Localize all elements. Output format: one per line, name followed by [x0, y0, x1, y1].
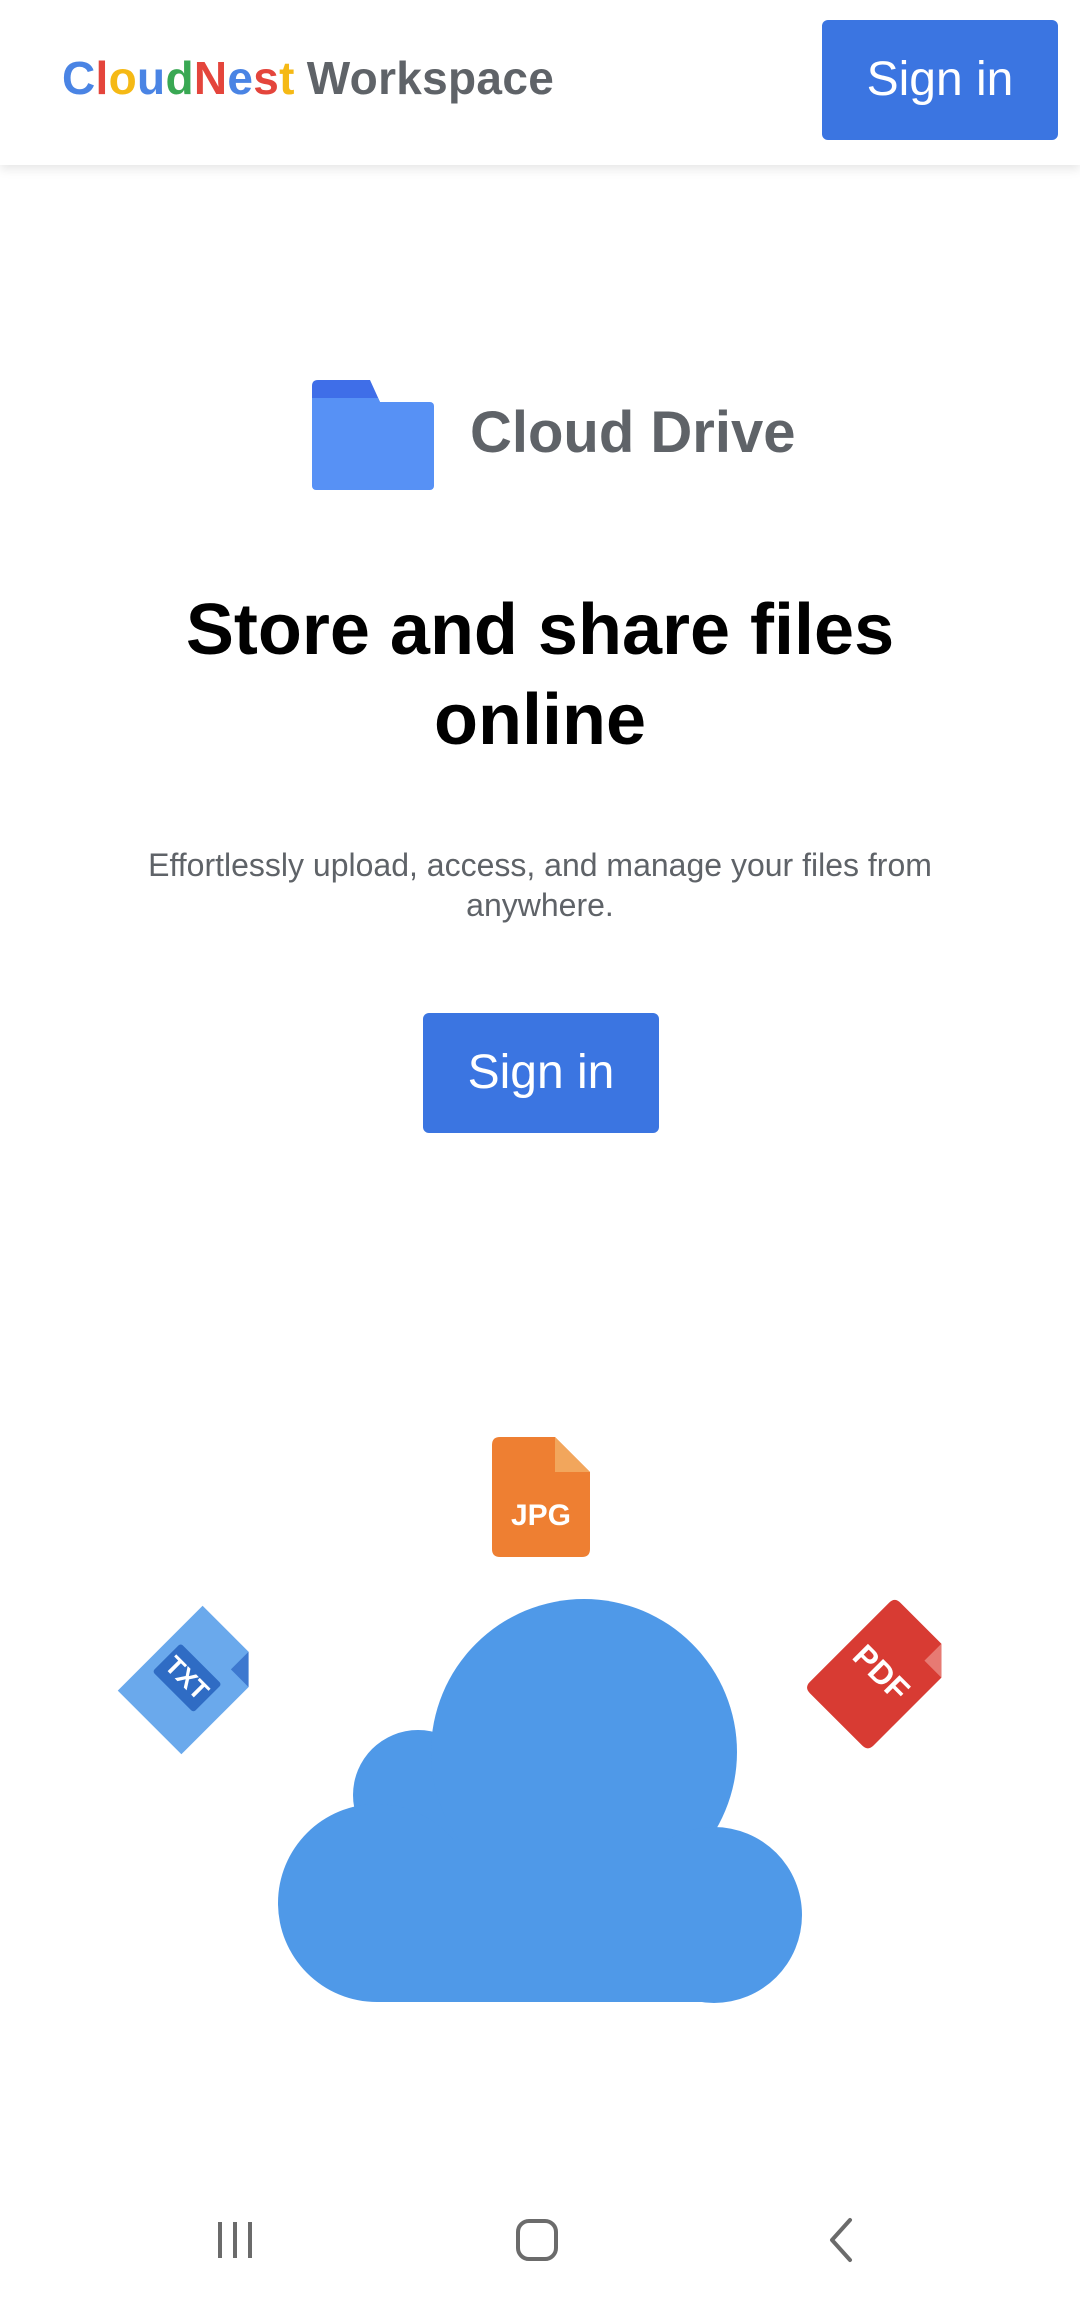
pdf-file-icon: PDF	[807, 1599, 942, 1749]
folder-icon	[312, 380, 434, 490]
back-icon	[830, 2218, 852, 2262]
recent-apps-button[interactable]	[175, 2200, 295, 2280]
brand-suffix: Workspace	[306, 52, 555, 104]
product-name: Cloud Drive	[470, 400, 796, 465]
recent-apps-icon	[218, 2222, 252, 2258]
jpg-file-label: JPG	[511, 1499, 571, 1532]
brand-letter: l	[95, 52, 109, 104]
brand-letter: o	[108, 52, 138, 104]
brand-letter: N	[193, 52, 228, 104]
top-app-bar: CloudNest Workspace Sign in	[0, 0, 1080, 165]
cloud-illustration: JPG TXT PDF	[0, 1400, 1080, 2040]
jpg-file-icon: JPG	[492, 1437, 590, 1557]
txt-file-icon: TXT	[117, 1605, 249, 1755]
home-button[interactable]	[478, 2200, 598, 2280]
system-nav-bar	[0, 2180, 1080, 2305]
back-button[interactable]	[780, 2200, 900, 2280]
cloud-icon	[278, 1599, 802, 2003]
brand-letter: C	[62, 52, 96, 104]
hero-sign-in-button[interactable]: Sign in	[423, 1013, 659, 1133]
brand-letter: u	[137, 52, 166, 104]
brand-letter: t	[279, 52, 295, 104]
product-title: Cloud Drive	[0, 370, 1080, 500]
brand-letter: d	[165, 52, 194, 104]
header-sign-in-button[interactable]: Sign in	[822, 20, 1058, 140]
brand-letter: s	[253, 52, 280, 104]
illustration-canvas: JPG TXT PDF	[117, 1437, 942, 2003]
hero-subtext: Effortlessly upload, access, and manage …	[148, 847, 932, 923]
brand-letter: e	[227, 52, 254, 104]
brand-name: CloudNest	[62, 52, 295, 104]
home-icon	[516, 2219, 558, 2261]
brand-logo[interactable]: CloudNest Workspace	[62, 48, 554, 108]
hero-headline: Store and share files online	[185, 590, 895, 760]
